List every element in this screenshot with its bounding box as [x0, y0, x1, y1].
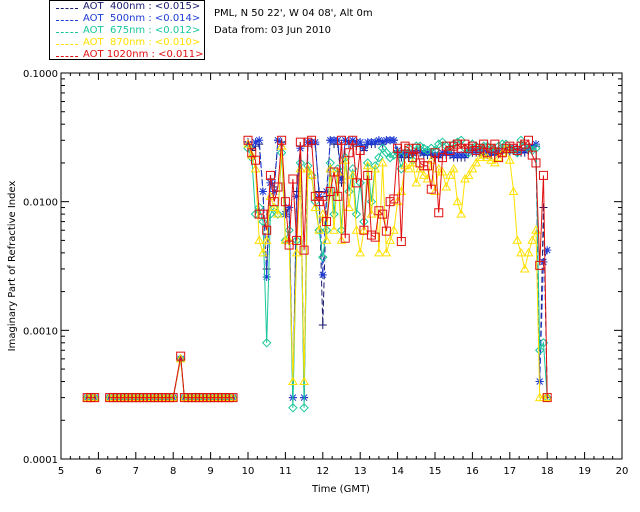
- data-point: [318, 270, 327, 279]
- x-tick-label: 9: [207, 466, 213, 477]
- legend-label-500nm: AOT 500nm : <0.014>: [83, 13, 201, 24]
- x-tick-label: 7: [133, 466, 139, 477]
- y-tick-label: 0.1000: [23, 69, 58, 80]
- x-tick-label: 19: [578, 466, 591, 477]
- data-point: [258, 187, 267, 196]
- x-tick-label: 16: [466, 466, 479, 477]
- x-tick-label: 20: [616, 466, 629, 477]
- x-tick-label: 13: [354, 466, 367, 477]
- legend-label-400nm: AOT 400nm : <0.015>: [83, 1, 201, 12]
- y-tick-label: 0.0010: [23, 326, 58, 337]
- x-tick-label: 6: [95, 466, 101, 477]
- date-info: Data from: 03 Jun 2010: [214, 25, 332, 36]
- x-axis-title: Time (GMT): [311, 484, 370, 495]
- x-tick-label: 11: [279, 466, 292, 477]
- legend-label-675nm: AOT 675nm : <0.012>: [83, 25, 201, 36]
- legend-item-1020nm: AOT 1020nm : <0.011>: [50, 49, 206, 62]
- legend-swatch-675nm: [56, 32, 78, 33]
- x-tick-label: 17: [503, 466, 516, 477]
- legend-swatch-870nm: [56, 44, 78, 45]
- legend-label-870nm: AOT 870nm : <0.010>: [83, 37, 201, 48]
- x-tick-label: 18: [541, 466, 554, 477]
- x-tick-label: 12: [316, 466, 329, 477]
- site-info: PML, N 50 22', W 04 08', Alt 0m: [214, 8, 373, 19]
- x-tick-label: 8: [170, 466, 176, 477]
- x-tick-label: 10: [242, 466, 255, 477]
- data-point: [389, 136, 398, 145]
- data-point: [255, 136, 264, 145]
- data-point: [356, 138, 365, 147]
- chart: 5 6 7 8 9 10 11 12 13 14 15 16 17 18 19 20 0.0001 0.0010…: [7, 69, 629, 495]
- legend: AOT 400nm : <0.015> AOT 500nm : <0.014> …: [49, 0, 205, 60]
- legend-swatch-400nm: [56, 8, 78, 9]
- y-axis-title: Imaginary Part of Refractive Index: [7, 181, 18, 352]
- data-point: [262, 272, 271, 281]
- x-tick-label: 5: [58, 466, 64, 477]
- x-tick-label: 14: [391, 466, 404, 477]
- x-tick-label: 15: [429, 466, 442, 477]
- y-tick-label: 0.0100: [23, 198, 58, 209]
- y-tick-label: 0.0001: [23, 455, 58, 466]
- legend-swatch-1020nm: [56, 56, 78, 57]
- legend-label-1020nm: AOT 1020nm : <0.011>: [83, 49, 204, 60]
- legend-swatch-500nm: [56, 20, 78, 21]
